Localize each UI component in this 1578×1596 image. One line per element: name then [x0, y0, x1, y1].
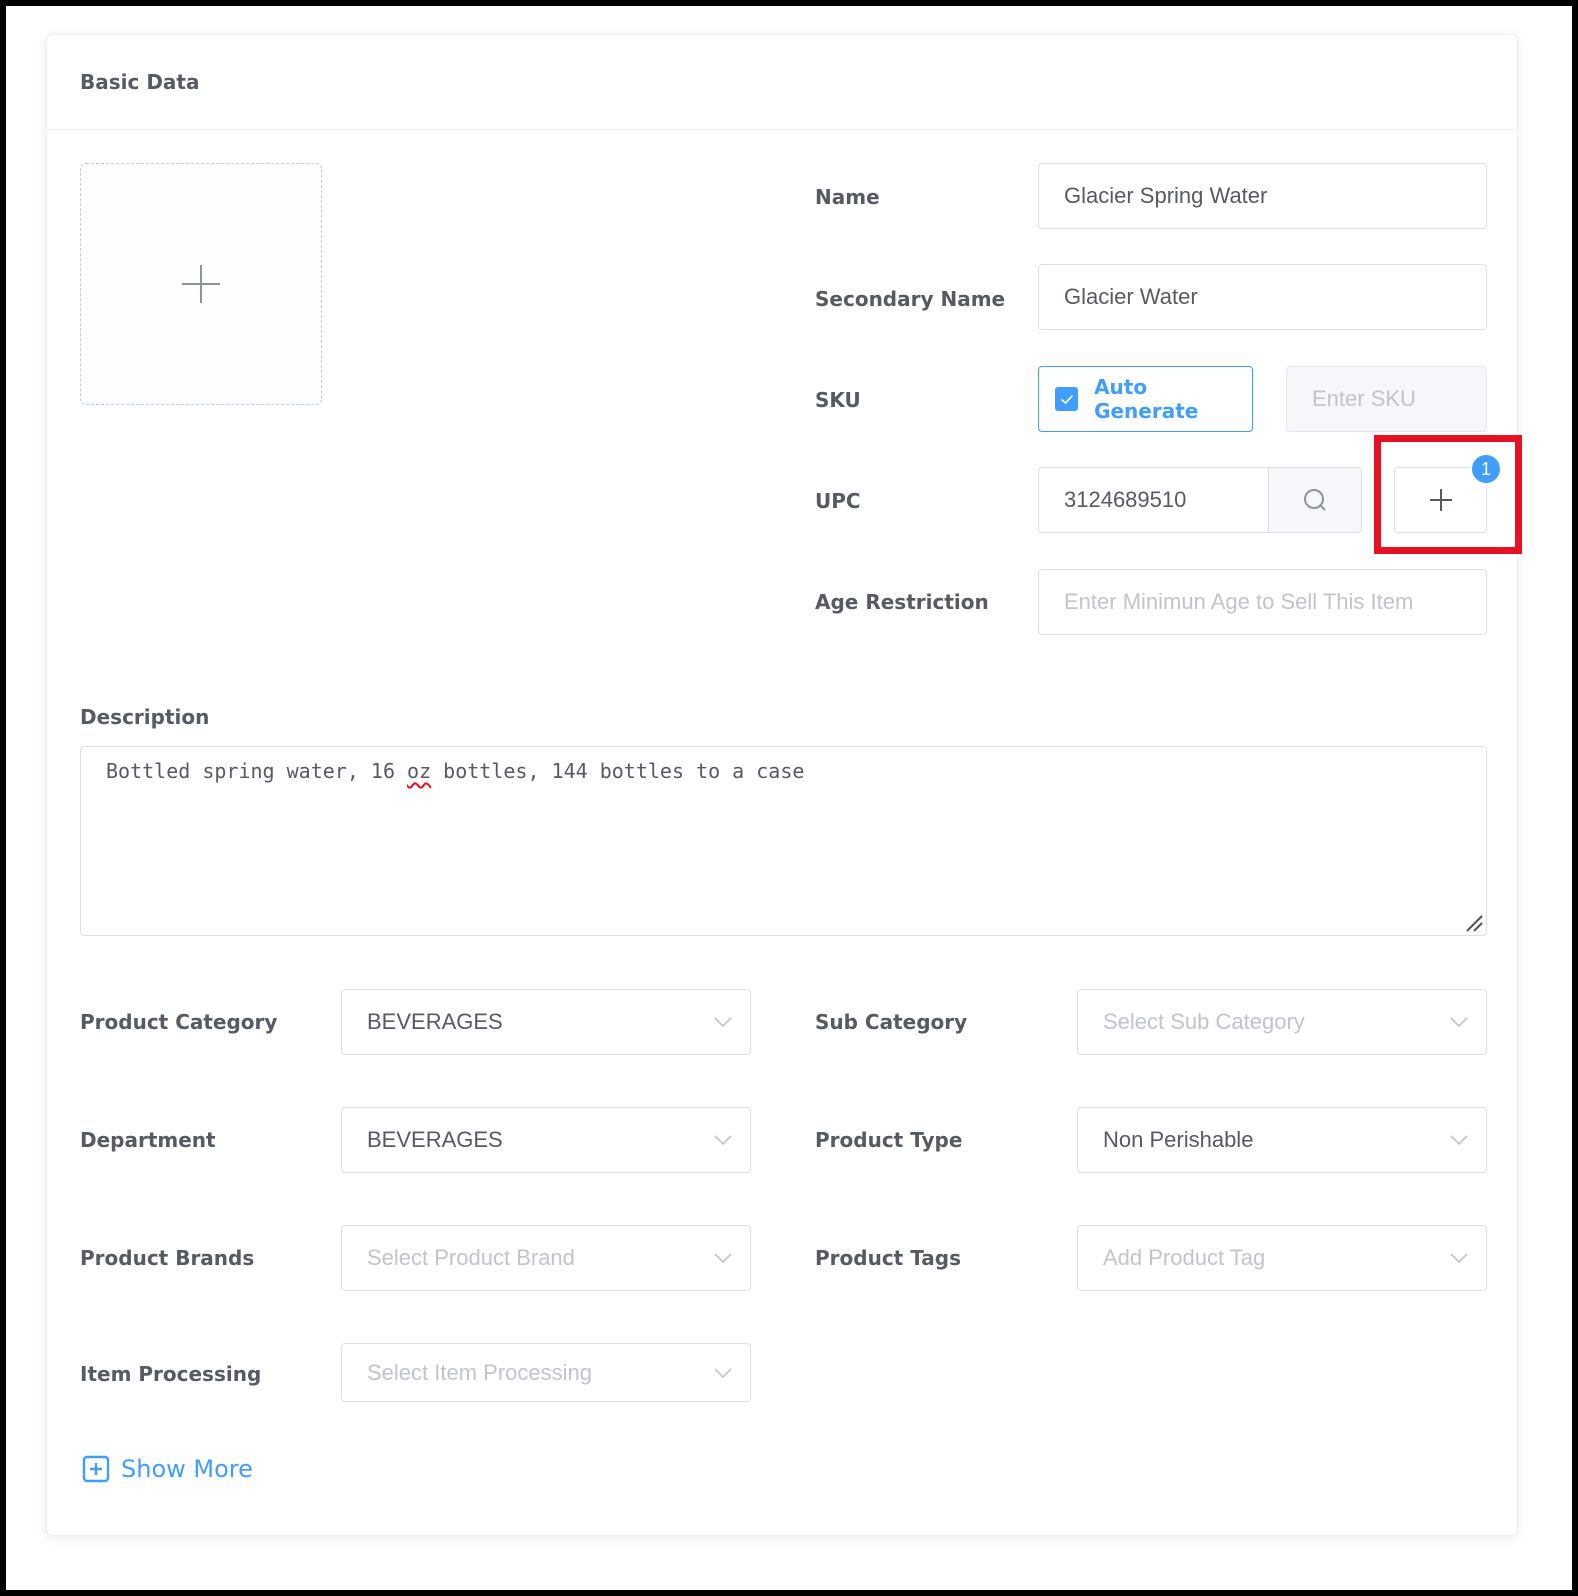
chevron-down-icon [1450, 1253, 1468, 1264]
item-processing-placeholder: Select Item Processing [367, 1359, 592, 1385]
card-header: Basic Data [47, 35, 1517, 130]
window-frame: Basic Data Name Glacier Spring Water Sec… [6, 6, 1572, 1590]
upc-input[interactable]: 3124689510 [1038, 467, 1268, 533]
show-more-link[interactable]: Show More [82, 1455, 253, 1483]
sub-category-select[interactable]: Select Sub Category [1077, 989, 1487, 1055]
auto-generate-label: Auto Generate [1094, 375, 1199, 423]
upc-count-badge: 1 [1470, 453, 1502, 485]
chevron-down-icon [714, 1368, 732, 1379]
product-tags-placeholder: Add Product Tag [1103, 1245, 1266, 1270]
sub-category-label: Sub Category [815, 1010, 968, 1034]
product-type-select[interactable]: Non Perishable [1077, 1107, 1487, 1173]
chevron-down-icon [714, 1017, 732, 1028]
department-select[interactable]: BEVERAGES [341, 1107, 751, 1173]
department-label: Department [80, 1128, 216, 1152]
product-tags-select[interactable]: Add Product Tag [1077, 1225, 1487, 1291]
resize-handle-icon[interactable] [1465, 914, 1483, 932]
description-text-1: Bottled spring water, 16 [106, 759, 408, 783]
department-value: BEVERAGES [367, 1127, 503, 1152]
upc-search-button[interactable] [1268, 467, 1362, 533]
age-restriction-input[interactable]: Enter Minimun Age to Sell This Item [1038, 569, 1487, 635]
sub-category-placeholder: Select Sub Category [1103, 1009, 1305, 1034]
upc-value: 3124689510 [1064, 487, 1187, 512]
description-misspelled-word: oz [407, 759, 432, 783]
item-processing-label: Item Processing [80, 1362, 262, 1386]
description-text-2: bottles, 144 bottles to a case [431, 759, 805, 783]
description-textarea[interactable]: Bottled spring water, 16 oz bottles, 144… [80, 746, 1487, 936]
age-restriction-placeholder: Enter Minimun Age to Sell This Item [1064, 589, 1414, 614]
name-label: Name [815, 185, 880, 209]
plus-icon [182, 265, 220, 303]
upc-input-group: 3124689510 [1038, 467, 1362, 533]
chevron-down-icon [714, 1253, 732, 1264]
secondary-name-input[interactable]: Glacier Water [1038, 264, 1487, 330]
plus-icon [1429, 489, 1452, 511]
secondary-name-label: Secondary Name [815, 287, 1006, 311]
name-value: Glacier Spring Water [1064, 183, 1268, 208]
card-title: Basic Data [80, 70, 200, 94]
search-icon [1304, 489, 1326, 511]
show-more-label: Show More [121, 1455, 253, 1483]
product-brands-select[interactable]: Select Product Brand [341, 1225, 751, 1291]
chevron-down-icon [1450, 1135, 1468, 1146]
chevron-down-icon [1450, 1017, 1468, 1028]
product-category-label: Product Category [80, 1010, 278, 1034]
checkbox-checked-icon [1055, 387, 1079, 411]
auto-generate-checkbox[interactable]: Auto Generate [1038, 366, 1253, 432]
basic-data-card: Basic Data Name Glacier Spring Water Sec… [46, 34, 1522, 1536]
product-tags-label: Product Tags [815, 1246, 961, 1270]
age-restriction-label: Age Restriction [815, 590, 989, 614]
product-brands-label: Product Brands [80, 1246, 255, 1270]
product-type-value: Non Perishable [1103, 1127, 1254, 1152]
chevron-down-icon [714, 1135, 732, 1146]
image-upload[interactable] [80, 163, 322, 405]
item-processing-select[interactable]: Select Item Processing [341, 1343, 751, 1402]
upc-label: UPC [815, 489, 861, 513]
product-category-value: BEVERAGES [367, 1009, 503, 1034]
name-input[interactable]: Glacier Spring Water [1038, 163, 1487, 229]
product-brands-placeholder: Select Product Brand [367, 1245, 575, 1270]
product-type-label: Product Type [815, 1128, 963, 1152]
secondary-name-value: Glacier Water [1064, 284, 1198, 309]
sku-placeholder: Enter SKU [1312, 386, 1416, 411]
sku-label: SKU [815, 388, 861, 412]
sku-input[interactable]: Enter SKU [1286, 366, 1487, 432]
plus-square-icon [82, 1455, 110, 1483]
description-label: Description [80, 705, 210, 729]
product-category-select[interactable]: BEVERAGES [341, 989, 751, 1055]
